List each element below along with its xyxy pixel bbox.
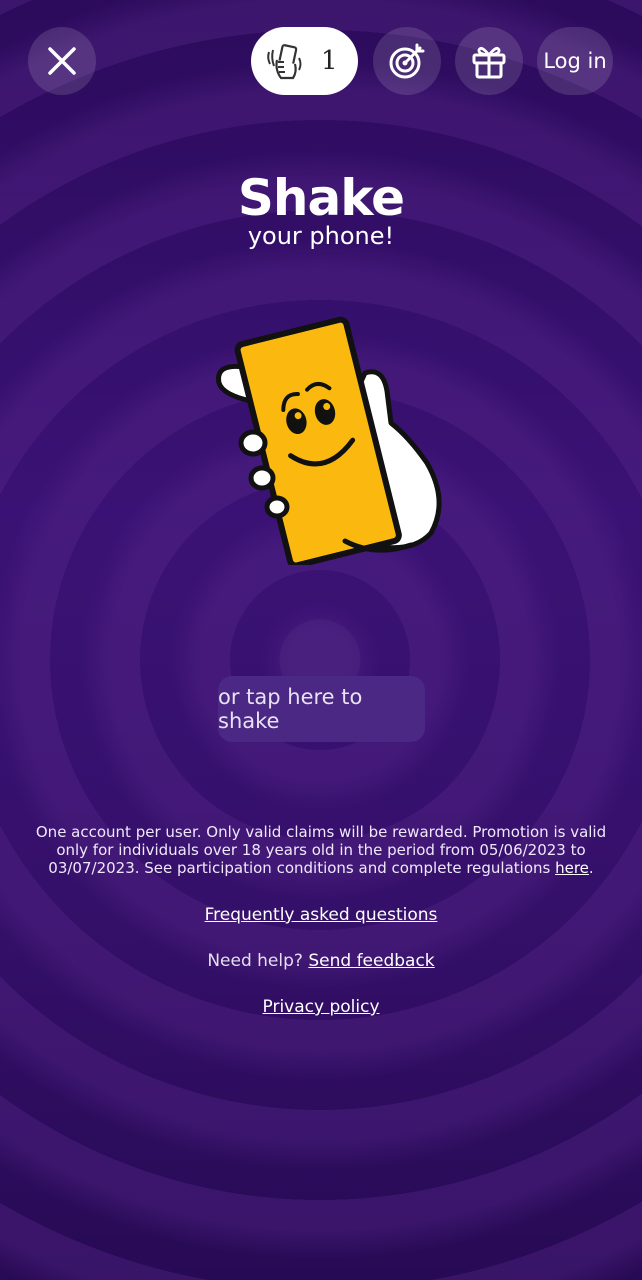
legal-disclaimer: One account per user. Only valid claims … [24, 823, 618, 877]
send-feedback-link[interactable]: Send feedback [308, 951, 434, 971]
legal-text: One account per user. Only valid claims … [35, 823, 607, 877]
login-button[interactable]: Log in [537, 27, 613, 95]
faq-link[interactable]: Frequently asked questions [205, 905, 438, 925]
page-subtitle: your phone! [247, 222, 395, 250]
page-heading: Shake your phone! [0, 168, 642, 250]
page-title: Shake [237, 169, 405, 227]
privacy-row: Privacy policy [0, 997, 642, 1017]
help-row: Need help? Send feedback [0, 951, 642, 971]
legal-suffix: . [588, 859, 594, 877]
target-icon [389, 43, 425, 79]
regulations-link[interactable]: here [555, 859, 589, 877]
help-prefix: Need help? [207, 951, 303, 971]
privacy-policy-link[interactable]: Privacy policy [263, 997, 380, 1017]
close-button[interactable] [28, 27, 96, 95]
shake-count: 1 [321, 46, 338, 76]
tap-to-shake-button[interactable]: or tap here to shake [218, 676, 425, 742]
close-icon [48, 47, 76, 75]
shake-counter[interactable]: 1 [251, 27, 358, 95]
hand-shaking-phone-icon [267, 44, 302, 80]
gift-button[interactable] [455, 27, 523, 95]
top-bar: 1 Log in [0, 27, 642, 95]
target-button[interactable] [373, 27, 441, 95]
faq-row: Frequently asked questions [0, 905, 642, 925]
gift-icon [472, 46, 506, 79]
hand-holding-smiling-phone-icon [216, 316, 442, 565]
